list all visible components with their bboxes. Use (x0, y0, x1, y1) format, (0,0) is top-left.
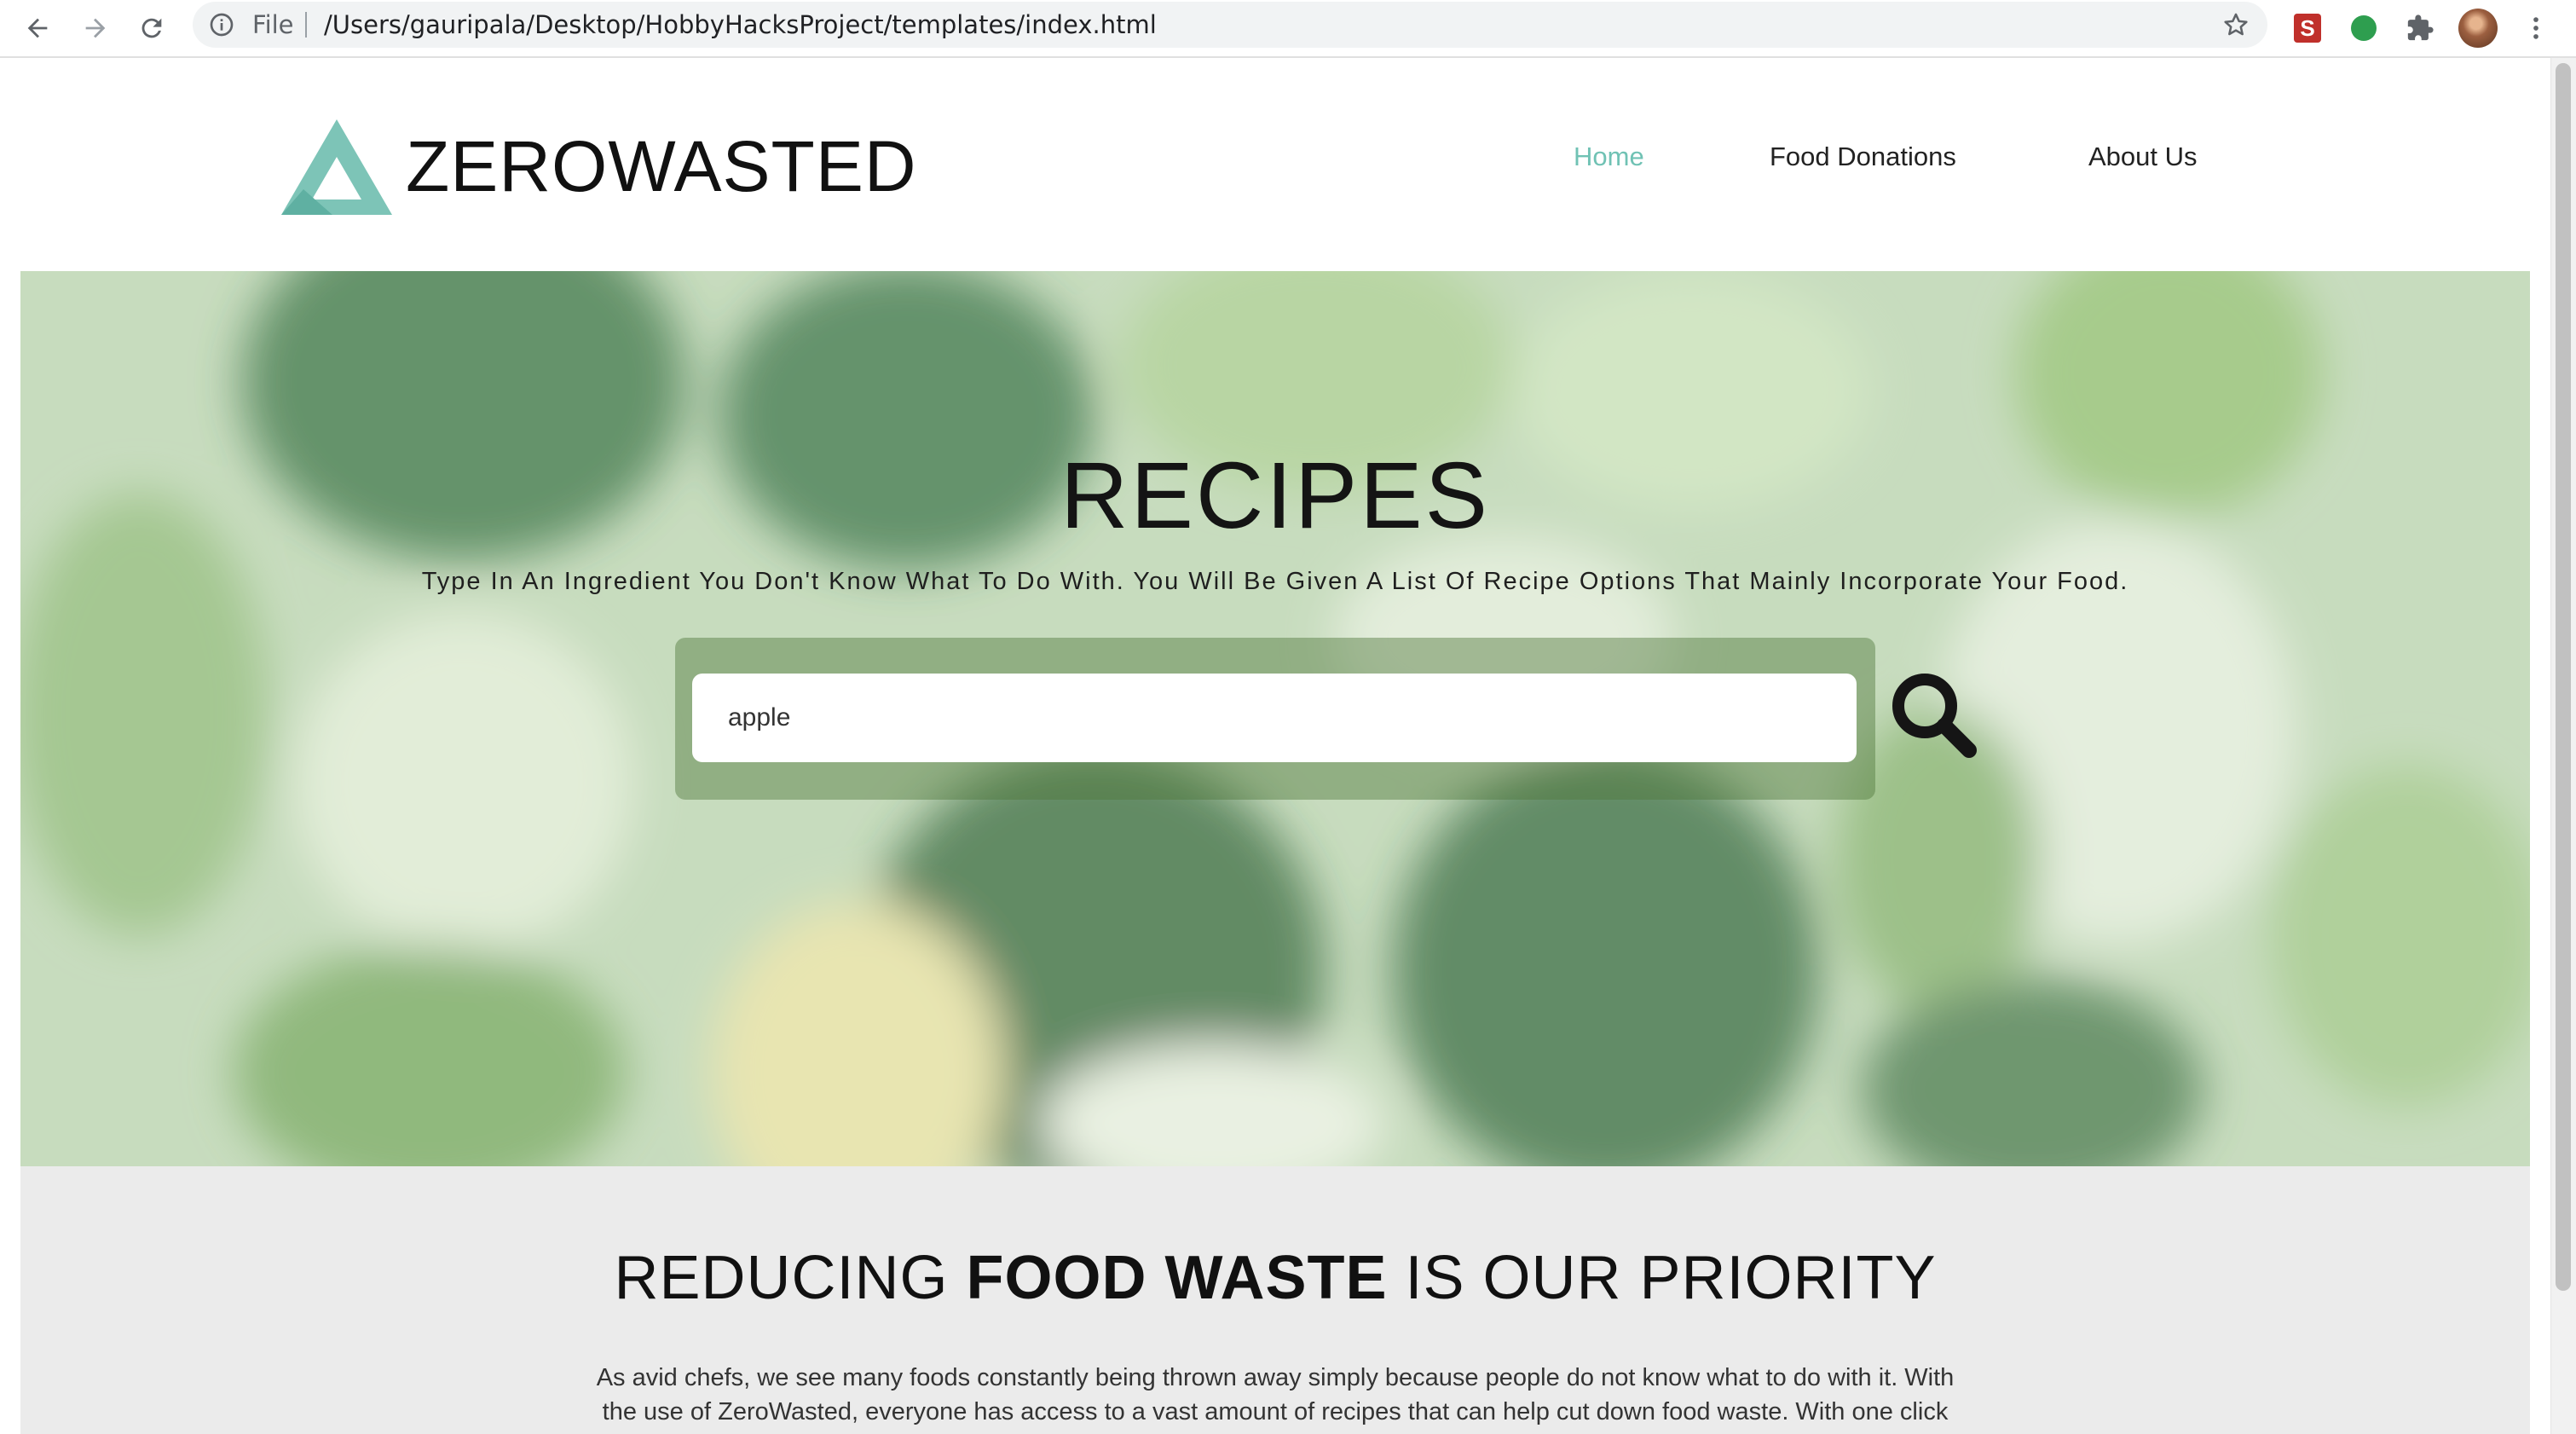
url-text[interactable]: /Users/gauripala/Desktop/HobbyHacksProje… (324, 2, 1157, 48)
logo-text[interactable]: ZEROWASTED (406, 119, 917, 213)
extension-s-icon: S (2294, 14, 2321, 43)
nav-about-us-link[interactable]: About Us (2088, 142, 2198, 172)
avatar (2458, 9, 2498, 48)
mission-paragraph: As avid chefs, we see many foods constan… (498, 1361, 2053, 1429)
puzzle-icon (2407, 14, 2434, 41)
mission-heading-suffix: IS OUR PRIORITY (1387, 1244, 1937, 1312)
scrollbar-thumb[interactable] (2556, 63, 2571, 1291)
address-bar[interactable]: File /Users/gauripala/Desktop/HobbyHacks… (193, 2, 2267, 48)
hero-subtitle: Type In An Ingredient You Don't Know Wha… (421, 568, 2129, 595)
nav-home-link[interactable]: Home (1574, 142, 1644, 172)
profile-button[interactable] (2457, 7, 2499, 49)
search-panel (675, 638, 1875, 800)
browser-toolbar: File /Users/gauripala/Desktop/HobbyHacks… (0, 0, 2576, 58)
extension-green-dot-icon (2351, 15, 2377, 41)
mission-heading-prefix: REDUCING (614, 1244, 967, 1312)
mission-paragraph-line-1: As avid chefs, we see many foods constan… (596, 1364, 1955, 1391)
forward-button[interactable] (73, 6, 118, 50)
back-button[interactable] (15, 6, 60, 50)
nav-food-donations-link[interactable]: Food Donations (1770, 142, 1956, 172)
forward-icon (85, 18, 106, 38)
kebab-menu-icon (2533, 17, 2538, 39)
reload-icon (142, 18, 162, 38)
mission-section: REDUCING FOOD WASTE IS OUR PRIORITY As a… (20, 1166, 2530, 1434)
reload-button[interactable] (130, 6, 174, 50)
mission-paragraph-line-2: the use of ZeroWasted, everyone has acce… (602, 1398, 1949, 1425)
extension-s-button[interactable]: S (2286, 7, 2329, 49)
mission-heading: REDUCING FOOD WASTE IS OUR PRIORITY (20, 1243, 2530, 1313)
logo-triangle-icon[interactable] (281, 119, 392, 215)
back-icon (27, 18, 48, 38)
page-scrollbar[interactable] (2550, 58, 2576, 1434)
file-scheme-label: File (252, 10, 294, 39)
site-header: ZEROWASTED Home Food Donations About Us (0, 58, 2550, 271)
ingredient-search-input[interactable] (692, 674, 1857, 762)
info-icon[interactable] (208, 11, 235, 38)
hero-title: RECIPES (1060, 443, 1490, 548)
address-separator (305, 12, 307, 38)
extension-green-button[interactable] (2342, 7, 2385, 49)
mission-heading-emphasis: FOOD WASTE (966, 1244, 1388, 1312)
star-icon[interactable] (2221, 10, 2250, 39)
hero-section: RECIPES Type In An Ingredient You Don't … (20, 271, 2530, 1166)
search-icon[interactable] (1887, 668, 1981, 762)
extensions-button[interactable] (2399, 7, 2441, 49)
browser-menu-button[interactable] (2515, 7, 2557, 49)
